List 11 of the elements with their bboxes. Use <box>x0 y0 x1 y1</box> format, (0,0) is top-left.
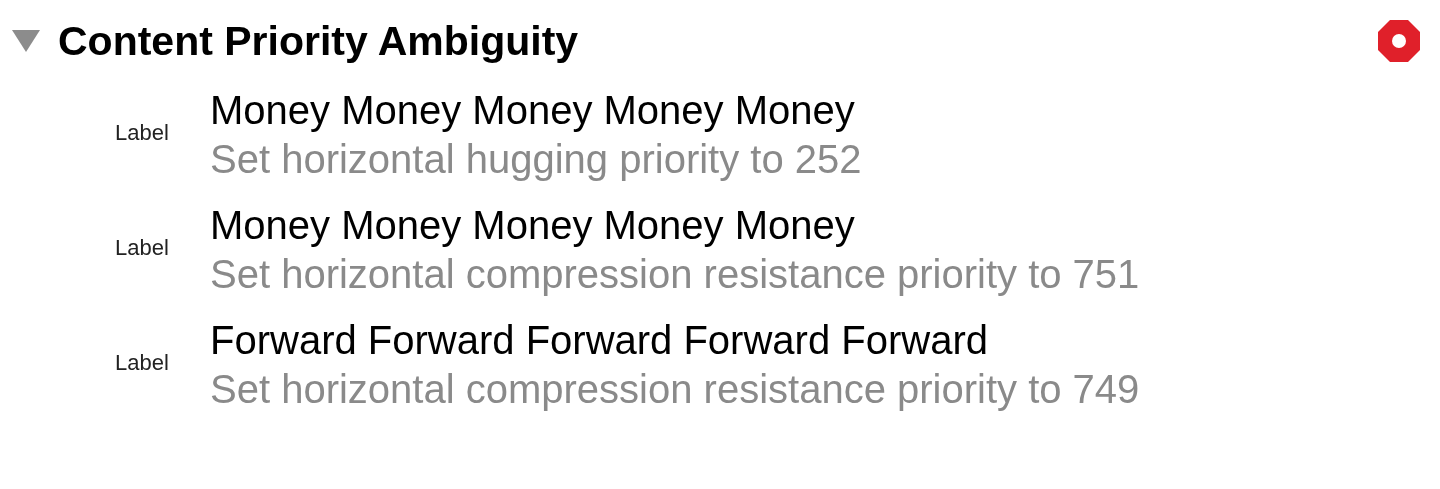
issue-title: Money Money Money Money Money <box>210 87 856 134</box>
issue-fix: Set horizontal compression resistance priority to 749 <box>210 366 1140 412</box>
issue-fix: Set horizontal hugging priority to 252 <box>210 136 862 182</box>
view-type-label: Label <box>115 235 170 261</box>
disclosure-triangle-icon[interactable] <box>10 28 42 54</box>
issue-title: Money Money Money Money Money <box>210 202 856 249</box>
section-title: Content Priority Ambiguity <box>58 17 580 65</box>
issue-title: Forward Forward Forward Forward Forward <box>210 317 989 364</box>
issue-fix: Set horizontal compression resistance priority to 751 <box>210 251 1140 297</box>
view-type-label: Label <box>115 350 170 376</box>
view-type-label: Label <box>115 120 170 146</box>
